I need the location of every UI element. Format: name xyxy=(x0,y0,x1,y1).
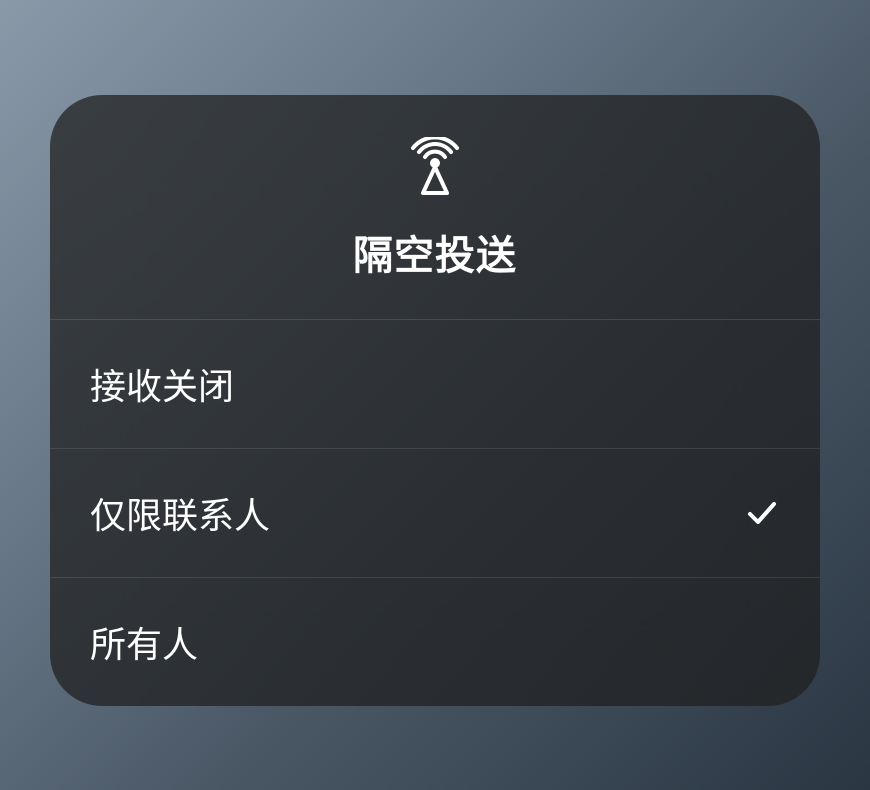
option-label: 所有人 xyxy=(90,616,198,668)
panel-header: 隔空投送 xyxy=(50,95,820,320)
airdrop-icon xyxy=(405,137,465,197)
option-receiving-off[interactable]: 接收关闭 xyxy=(50,320,820,449)
airdrop-settings-panel: 隔空投送 接收关闭 仅限联系人 所有人 xyxy=(50,95,820,706)
option-label: 接收关闭 xyxy=(90,358,234,410)
option-contacts-only[interactable]: 仅限联系人 xyxy=(50,449,820,578)
panel-title: 隔空投送 xyxy=(353,223,517,281)
option-label: 仅限联系人 xyxy=(90,487,270,539)
options-list: 接收关闭 仅限联系人 所有人 xyxy=(50,320,820,706)
option-everyone[interactable]: 所有人 xyxy=(50,578,820,706)
checkmark-icon xyxy=(744,495,780,531)
